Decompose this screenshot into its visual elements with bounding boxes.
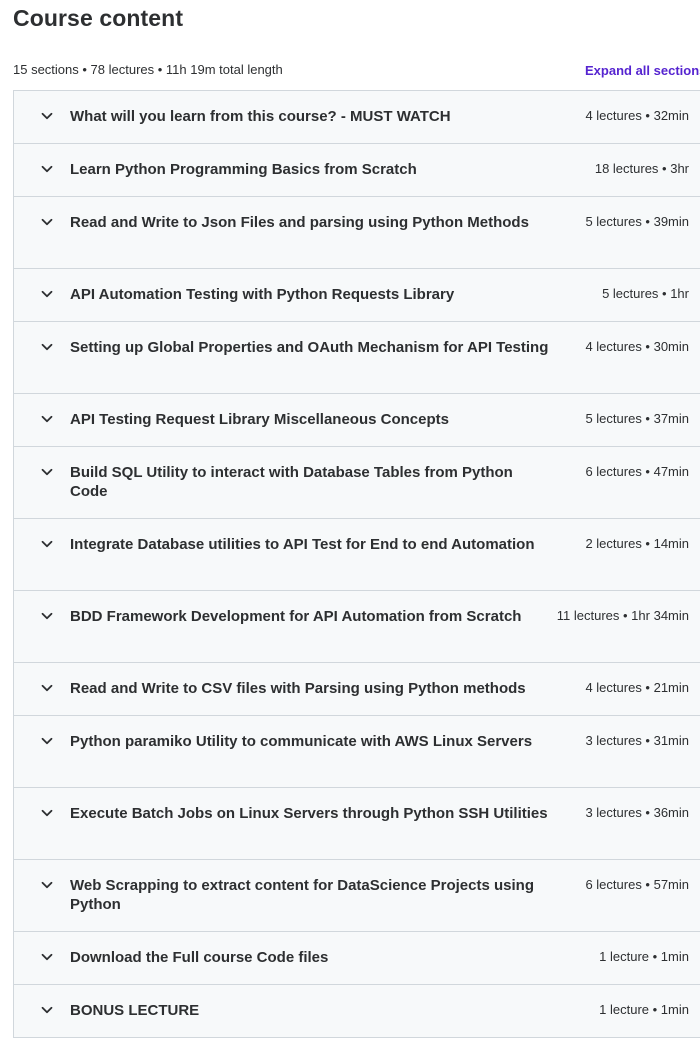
page-title: Course content: [13, 5, 184, 31]
course-section[interactable]: API Automation Testing with Python Reque…: [14, 269, 700, 322]
course-section[interactable]: Execute Batch Jobs on Linux Servers thro…: [14, 788, 700, 860]
section-meta: 18 lectures • 3hr: [594, 161, 689, 176]
section-list: What will you learn from this course? - …: [13, 90, 700, 1038]
section-meta: 3 lectures • 31min: [585, 733, 689, 748]
course-section[interactable]: Read and Write to CSV files with Parsing…: [14, 663, 700, 716]
chevron-down-icon[interactable]: [40, 537, 54, 551]
chevron-down-icon[interactable]: [40, 412, 54, 426]
section-meta: 5 lectures • 39min: [585, 214, 689, 229]
chevron-down-icon[interactable]: [40, 215, 54, 229]
course-summary-bar: 15 sections • 78 lectures • 11h 19m tota…: [13, 60, 700, 80]
course-section[interactable]: Build SQL Utility to interact with Datab…: [14, 447, 700, 519]
course-section[interactable]: Web Scrapping to extract content for Dat…: [14, 860, 700, 932]
chevron-down-icon[interactable]: [40, 109, 54, 123]
section-title: Read and Write to CSV files with Parsing…: [70, 680, 526, 697]
chevron-down-icon[interactable]: [40, 287, 54, 301]
chevron-down-icon[interactable]: [40, 340, 54, 354]
course-section[interactable]: What will you learn from this course? - …: [14, 91, 700, 144]
chevron-down-icon[interactable]: [40, 1003, 54, 1017]
section-meta: 3 lectures • 36min: [585, 805, 689, 820]
section-meta: 5 lectures • 37min: [585, 411, 689, 426]
expand-all-sections-button[interactable]: Expand all sections: [585, 63, 700, 78]
section-meta: 1 lecture • 1min: [599, 949, 689, 964]
course-section[interactable]: Python paramiko Utility to communicate w…: [14, 716, 700, 788]
section-title: Python paramiko Utility to communicate w…: [70, 733, 533, 750]
section-title: Build SQL Utility to interact with Datab…: [70, 464, 513, 500]
course-section[interactable]: Learn Python Programming Basics from Scr…: [14, 144, 700, 197]
section-title: What will you learn from this course? - …: [70, 108, 451, 125]
section-title: Execute Batch Jobs on Linux Servers thro…: [70, 805, 548, 822]
section-title: BONUS LECTURE: [70, 1002, 200, 1019]
section-meta: 11 lectures • 1hr 34min: [556, 608, 689, 623]
chevron-down-icon[interactable]: [40, 734, 54, 748]
chevron-down-icon[interactable]: [40, 681, 54, 695]
section-title: Learn Python Programming Basics from Scr…: [70, 161, 417, 178]
section-title: Setting up Global Properties and OAuth M…: [70, 339, 549, 356]
course-section[interactable]: Download the Full course Code files 1 le…: [14, 932, 700, 985]
section-title: Read and Write to Json Files and parsing…: [70, 214, 529, 231]
course-section[interactable]: Read and Write to Json Files and parsing…: [14, 197, 700, 269]
chevron-down-icon[interactable]: [40, 878, 54, 892]
chevron-down-icon[interactable]: [40, 465, 54, 479]
section-title: Integrate Database utilities to API Test…: [70, 536, 535, 553]
section-title: API Automation Testing with Python Reque…: [70, 286, 455, 303]
section-meta: 4 lectures • 21min: [585, 680, 689, 695]
course-section[interactable]: API Testing Request Library Miscellaneou…: [14, 394, 700, 447]
section-title: API Testing Request Library Miscellaneou…: [70, 411, 449, 428]
chevron-down-icon[interactable]: [40, 950, 54, 964]
course-section[interactable]: BONUS LECTURE 1 lecture • 1min: [14, 985, 700, 1038]
section-meta: 5 lectures • 1hr: [602, 286, 689, 301]
chevron-down-icon[interactable]: [40, 609, 54, 623]
course-section[interactable]: Integrate Database utilities to API Test…: [14, 519, 700, 591]
section-title: Web Scrapping to extract content for Dat…: [70, 877, 534, 913]
section-meta: 6 lectures • 47min: [585, 464, 689, 479]
section-meta: 2 lectures • 14min: [585, 536, 689, 551]
section-meta: 4 lectures • 30min: [585, 339, 689, 354]
section-meta: 1 lecture • 1min: [599, 1002, 689, 1017]
course-section[interactable]: Setting up Global Properties and OAuth M…: [14, 322, 700, 394]
section-meta: 6 lectures • 57min: [585, 877, 689, 892]
section-title: Download the Full course Code files: [70, 949, 329, 966]
section-meta: 4 lectures • 32min: [585, 108, 689, 123]
chevron-down-icon[interactable]: [40, 806, 54, 820]
course-summary: 15 sections • 78 lectures • 11h 19m tota…: [13, 62, 283, 77]
course-section[interactable]: BDD Framework Development for API Automa…: [14, 591, 700, 663]
section-title: BDD Framework Development for API Automa…: [70, 608, 522, 625]
chevron-down-icon[interactable]: [40, 162, 54, 176]
